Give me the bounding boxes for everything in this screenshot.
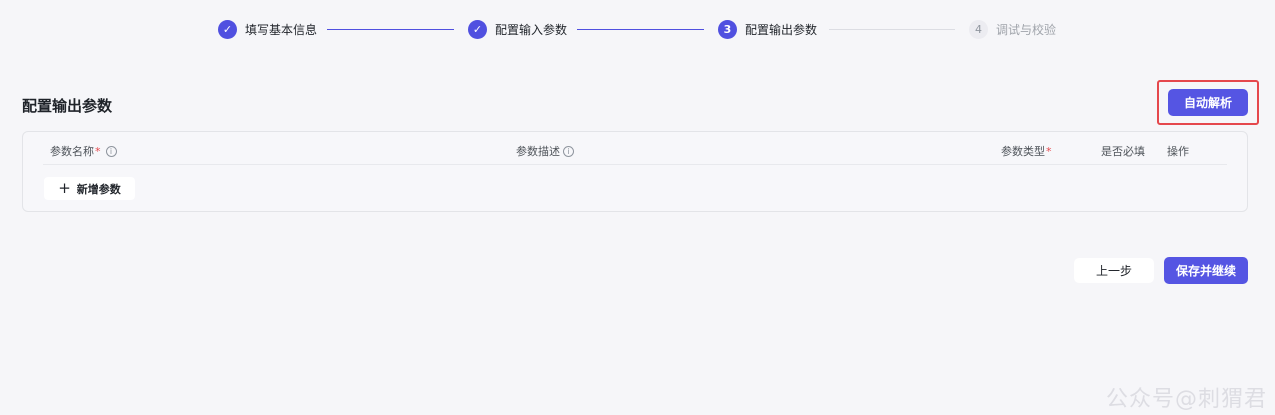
column-header-description: 参数描述 i [516, 143, 574, 159]
step-connector [327, 29, 454, 30]
column-label: 是否必填 [1101, 145, 1145, 158]
step-2: ✓ 配置输入参数 [468, 18, 567, 40]
add-param-label: 新增参数 [76, 182, 121, 196]
output-params-table: 参数名称 * i 参数描述 i 参数类型 * 是否必填 操作 + 新增参数 [22, 131, 1248, 212]
column-header-name: 参数名称 * i [50, 143, 117, 159]
column-label: 参数名称 [50, 145, 94, 158]
auto-parse-button[interactable]: 自动解析 [1168, 89, 1248, 116]
step-number: 3 [718, 19, 737, 39]
step-connector [577, 29, 704, 30]
page-title: 配置输出参数 [22, 97, 113, 115]
save-continue-button[interactable]: 保存并继续 [1164, 257, 1248, 284]
step-label: 配置输出参数 [745, 22, 818, 37]
check-icon: ✓ [218, 19, 237, 39]
step-number: 4 [969, 19, 988, 39]
step-label: 配置输入参数 [495, 22, 568, 37]
step-label: 填写基本信息 [245, 22, 318, 37]
column-label: 参数描述 [516, 145, 560, 158]
step-progress: ✓ 填写基本信息 ✓ 配置输入参数 3 配置输出参数 4 调试与校验 [0, 18, 1275, 40]
divider [43, 164, 1227, 165]
step-3: 3 配置输出参数 [718, 18, 817, 40]
required-mark: * [1046, 144, 1052, 158]
step-4: 4 调试与校验 [969, 18, 1056, 40]
add-param-button[interactable]: + 新增参数 [44, 177, 135, 200]
column-header-actions: 操作 [1167, 143, 1189, 159]
step-1: ✓ 填写基本信息 [218, 18, 317, 40]
info-icon[interactable]: i [105, 145, 117, 157]
step-connector [829, 29, 955, 30]
watermark: 公众号@刺猬君 [1105, 387, 1267, 412]
column-header-required: 是否必填 [1101, 143, 1145, 159]
column-header-type: 参数类型 * [1001, 143, 1052, 159]
required-mark: * [95, 144, 101, 158]
check-icon: ✓ [468, 19, 487, 39]
prev-step-button[interactable]: 上一步 [1074, 258, 1154, 283]
plus-icon: + [58, 179, 71, 197]
info-icon[interactable]: i [563, 145, 574, 157]
column-label: 操作 [1167, 145, 1189, 158]
step-label: 调试与校验 [996, 22, 1057, 37]
column-label: 参数类型 [1001, 145, 1045, 158]
